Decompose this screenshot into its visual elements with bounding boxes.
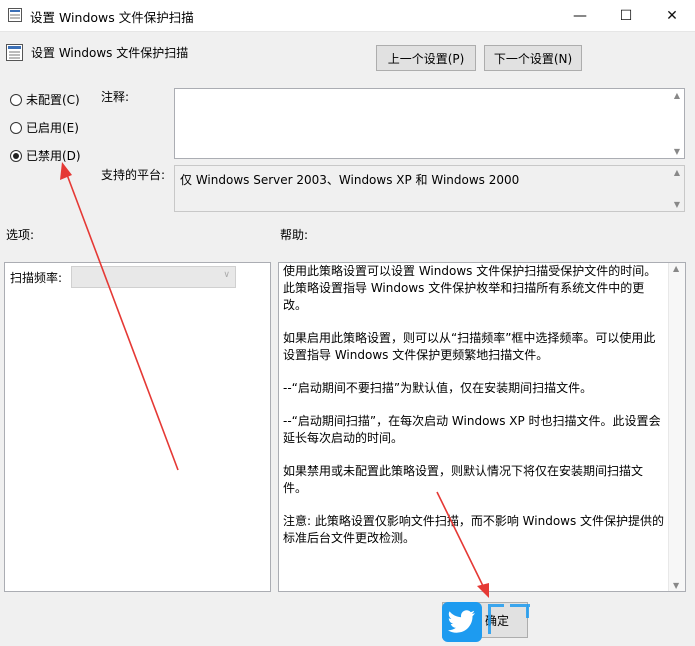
help-paragraph: --“启动期间不要扫描”为默认值，仅在安装期间扫描文件。	[283, 381, 593, 395]
policy-icon	[6, 44, 23, 61]
watermark-text	[486, 600, 546, 640]
bird-logo-icon	[442, 602, 482, 642]
comment-textarea[interactable]: ▲ ▼	[174, 88, 685, 159]
radio-label: 未配置(C)	[26, 93, 80, 107]
minimize-button[interactable]: —	[557, 0, 603, 31]
policy-settings-icon	[8, 8, 22, 22]
radio-circle[interactable]	[10, 121, 22, 134]
help-paragraph: 如果禁用或未配置此策略设置，则默认情况下将仅在安装期间扫描文件。	[283, 464, 644, 495]
close-button[interactable]: ✕	[649, 0, 695, 31]
watermark-glyph	[488, 604, 530, 634]
help-paragraph: 使用此策略设置可以设置 Windows 文件保护扫描受保护文件的时间。此策略设置…	[283, 264, 657, 312]
radio-disabled[interactable]: 已禁用(D)	[10, 147, 81, 164]
help-scrollbar[interactable]: ▲ ▼	[668, 263, 685, 591]
scroll-up-icon[interactable]: ▲	[674, 168, 680, 177]
comment-label: 注释:	[101, 90, 130, 104]
platform-value: 仅 Windows Server 2003、Windows XP 和 Windo…	[180, 173, 520, 187]
bird-icon	[448, 610, 475, 633]
scroll-up-icon[interactable]: ▲	[674, 91, 680, 100]
scroll-down-icon[interactable]: ▼	[674, 200, 680, 209]
next-setting-button[interactable]: 下一个设置(N)	[484, 45, 582, 71]
title-bar: 设置 Windows 文件保护扫描 — ☐ ✕	[0, 0, 695, 32]
radio-label: 已禁用(D)	[26, 149, 81, 163]
scan-frequency-dropdown[interactable]: ∨	[71, 266, 236, 288]
radio-circle[interactable]	[10, 149, 22, 162]
radio-enabled[interactable]: 已启用(E)	[10, 119, 79, 136]
help-text: 使用此策略设置可以设置 Windows 文件保护扫描受保护文件的时间。此策略设置…	[283, 263, 665, 563]
options-label: 选项:	[6, 228, 35, 242]
previous-setting-button[interactable]: 上一个设置(P)	[376, 45, 476, 71]
platform-box: 仅 Windows Server 2003、Windows XP 和 Windo…	[174, 165, 685, 212]
window-title: 设置 Windows 文件保护扫描	[30, 10, 194, 25]
help-paragraph: 如果启用此策略设置，则可以从“扫描频率”框中选择频率。可以使用此设置指导 Win…	[283, 331, 656, 362]
policy-title: 设置 Windows 文件保护扫描	[31, 46, 189, 60]
chevron-down-icon: ∨	[223, 270, 230, 280]
help-paragraph: 注意: 此策略设置仅影响文件扫描，而不影响 Windows 文件保护提供的标准后…	[283, 514, 665, 545]
scroll-down-icon[interactable]: ▼	[673, 581, 679, 590]
radio-circle[interactable]	[10, 93, 22, 106]
help-label: 帮助:	[280, 228, 309, 242]
radio-label: 已启用(E)	[26, 121, 79, 135]
maximize-button[interactable]: ☐	[603, 0, 649, 31]
options-panel: 扫描频率: ∨	[4, 262, 271, 592]
help-panel: 使用此策略设置可以设置 Windows 文件保护扫描受保护文件的时间。此策略设置…	[278, 262, 686, 592]
help-paragraph: --“启动期间扫描”，在每次启动 Windows XP 时也扫描文件。此设置会延…	[283, 414, 661, 445]
scroll-up-icon[interactable]: ▲	[673, 264, 679, 273]
scan-frequency-label: 扫描频率:	[10, 271, 63, 285]
radio-not-configured[interactable]: 未配置(C)	[10, 91, 80, 108]
platform-label: 支持的平台:	[101, 168, 166, 182]
scroll-down-icon[interactable]: ▼	[674, 147, 680, 156]
